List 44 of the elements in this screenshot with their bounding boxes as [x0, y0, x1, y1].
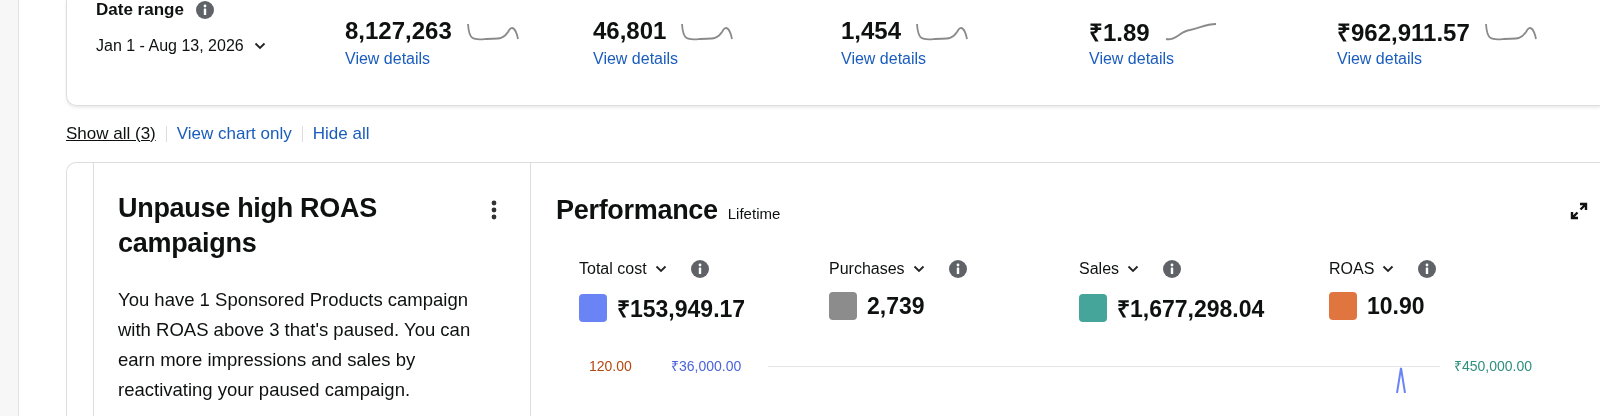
axis-label: ₹450,000.00 — [1454, 358, 1533, 374]
metric-value: ₹1.89 — [1089, 17, 1150, 48]
metric-value: ₹1,677,298.04 — [1117, 295, 1265, 324]
caret-icon — [654, 265, 667, 273]
period-label: Lifetime — [727, 205, 781, 222]
recommendation-title: Unpause high ROAS campaigns — [118, 192, 378, 260]
caret-icon — [253, 42, 266, 50]
caret-icon — [1127, 265, 1140, 273]
view-option-link[interactable]: View chart only — [176, 124, 292, 144]
info-icon — [690, 260, 709, 278]
metric-value: 10.90 — [1367, 292, 1425, 320]
metric-value: 2,739 — [867, 292, 925, 320]
info-icon — [1163, 260, 1182, 278]
metric-value: ₹153,949.17 — [617, 295, 746, 324]
sparkline — [1163, 20, 1218, 42]
axis-label: ₹36,000.00 — [671, 358, 743, 374]
view-details-link[interactable]: View details — [345, 50, 431, 68]
date-range-dropdown[interactable]: Jan 1 - Aug 13, 2026 — [96, 37, 266, 55]
metric-value: 8,127,263 — [345, 17, 452, 45]
info-icon — [195, 1, 214, 19]
metric-value: 1,454 — [841, 17, 902, 45]
metric-value: 46,801 — [593, 17, 667, 45]
metric-value: ₹962,911.57 — [1337, 17, 1470, 48]
view-option-link[interactable]: Show all (3) — [66, 124, 156, 144]
caret-icon — [912, 265, 925, 273]
info-icon — [1418, 260, 1437, 278]
metric-selector[interactable]: Sales — [1079, 260, 1140, 278]
view-details-link[interactable]: View details — [1337, 50, 1423, 68]
expand-icon — [1570, 201, 1588, 220]
caret-icon — [1382, 265, 1395, 273]
kebab-icon — [491, 200, 497, 220]
line-chart-drawing — [1396, 367, 1406, 393]
view-details-link[interactable]: View details — [841, 50, 927, 68]
recommendation-text: You have 1 Sponsored Products campaign with ROAS above 3 that's paused. You can earn more impressions and sales by reactivating your paused campaign. — [118, 288, 472, 402]
metric-selector[interactable]: Purchases — [829, 260, 925, 278]
info-icon — [948, 260, 967, 278]
date-range-label: Date range — [96, 0, 184, 20]
metric-selector[interactable]: Total cost — [579, 260, 667, 278]
performance-title: Performance — [556, 195, 718, 226]
view-details-link[interactable]: View details — [593, 50, 679, 68]
metric-selector[interactable]: ROAS — [1329, 260, 1395, 278]
view-option-link[interactable]: Hide all — [312, 124, 370, 144]
axis-label: 120.00 — [589, 358, 633, 374]
view-details-link[interactable]: View details — [1089, 50, 1175, 68]
